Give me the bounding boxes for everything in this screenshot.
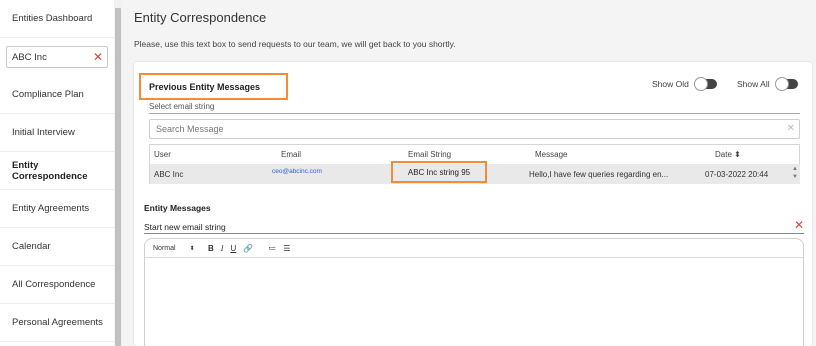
cell-user: ABC Inc [154, 170, 184, 179]
correspondence-card: Previous Entity Messages Show Old Show A… [134, 62, 812, 346]
toggle-knob [774, 77, 789, 91]
column-header-date[interactable]: Date ⬍ [715, 150, 741, 159]
sidebar-item-label: Entities Dashboard [12, 13, 93, 24]
entity-messages-title: Entity Messages [144, 203, 211, 213]
italic-button[interactable]: I [221, 244, 224, 253]
underline-button[interactable]: U [230, 244, 236, 253]
show-all-toggle[interactable] [774, 77, 798, 91]
bold-button[interactable]: B [208, 244, 214, 253]
sidebar-item-label: Compliance Plan [12, 89, 84, 100]
sidebar-item-entities-dashboard[interactable]: Entities Dashboard [0, 0, 114, 38]
row-scroll-arrows-icon[interactable]: ▲ ▼ [792, 165, 798, 181]
message-editor[interactable]: Normal ⬍ B I U 🔗 ≔ ☰ [144, 238, 804, 346]
email-string-underline [149, 113, 800, 114]
close-icon[interactable]: ✕ [794, 218, 804, 232]
column-header-user[interactable]: User [154, 150, 171, 159]
main-content: Entity Correspondence Please, use this t… [122, 0, 816, 346]
sidebar-item-entity-correspondence[interactable]: Entity Correspondence [0, 152, 114, 190]
column-header-email-string[interactable]: Email String [408, 150, 451, 159]
cell-date: 07-03-2022 20:44 [705, 170, 769, 179]
previous-messages-title: Previous Entity Messages [139, 73, 288, 100]
new-email-string-input[interactable]: Start new email string [144, 222, 226, 232]
sidebar-item-label: Entity Agreements [12, 203, 90, 214]
show-old-label: Show Old [652, 79, 689, 89]
show-old-toggle[interactable] [693, 77, 717, 91]
show-all-toggle-group: Show All [737, 77, 798, 91]
scrollbar-thumb[interactable] [115, 8, 121, 346]
column-header-message[interactable]: Message [535, 150, 567, 159]
show-old-toggle-group: Show Old [652, 77, 717, 91]
sidebar-item-label: All Correspondence [12, 279, 96, 290]
sidebar-scrollbar[interactable] [114, 0, 122, 346]
search-input[interactable]: Search Message ✕ [149, 119, 800, 139]
show-all-label: Show All [737, 79, 770, 89]
entity-select[interactable]: ABC Inc ✕ [6, 46, 108, 68]
bullet-list-icon[interactable]: ☰ [283, 244, 290, 253]
close-icon[interactable]: ✕ [93, 50, 103, 64]
email-string-select[interactable]: Select email string [149, 102, 214, 111]
link-icon[interactable]: 🔗 [243, 244, 253, 253]
updown-arrows-icon: ⬍ [189, 245, 195, 252]
sidebar: Entities Dashboard ABC Inc ✕ Compliance … [0, 0, 114, 346]
sidebar-item-label: Entity Correspondence [12, 159, 88, 182]
sidebar-item-label: Initial Interview [12, 127, 75, 138]
sidebar-item-entity-agreements[interactable]: Entity Agreements [0, 190, 114, 228]
sidebar-item-label: Calendar [12, 241, 51, 252]
messages-table: User Email Email String Message Date ⬍ A… [149, 144, 800, 184]
sidebar-item-calendar[interactable]: Calendar [0, 228, 114, 266]
page-hint: Please, use this text box to send reques… [134, 39, 456, 49]
entity-select-value: ABC Inc [12, 51, 47, 63]
editor-toolbar: Normal ⬍ B I U 🔗 ≔ ☰ [145, 239, 803, 258]
cell-message: Hello,I have few queries regarding en... [529, 170, 669, 179]
format-select-value: Normal [153, 244, 176, 252]
sidebar-item-compliance-plan[interactable]: Compliance Plan [0, 76, 114, 114]
ordered-list-icon[interactable]: ≔ [268, 244, 276, 253]
cell-email[interactable]: ceo@abcinc.com [272, 168, 322, 175]
column-header-email[interactable]: Email [281, 150, 301, 159]
cell-email-string: ABC Inc string 95 [391, 161, 487, 183]
sidebar-item-all-correspondence[interactable]: All Correspondence [0, 266, 114, 304]
sidebar-item-initial-interview[interactable]: Initial Interview [0, 114, 114, 152]
format-select[interactable]: Normal ⬍ [153, 245, 201, 252]
search-placeholder: Search Message [156, 124, 224, 134]
sidebar-item-personal-agreements[interactable]: Personal Agreements [0, 304, 114, 342]
new-email-string-underline [144, 233, 804, 234]
toggle-knob [693, 77, 708, 91]
sidebar-item-label: Personal Agreements [12, 317, 103, 328]
close-icon[interactable]: ✕ [787, 123, 795, 134]
page-title: Entity Correspondence [134, 10, 267, 25]
